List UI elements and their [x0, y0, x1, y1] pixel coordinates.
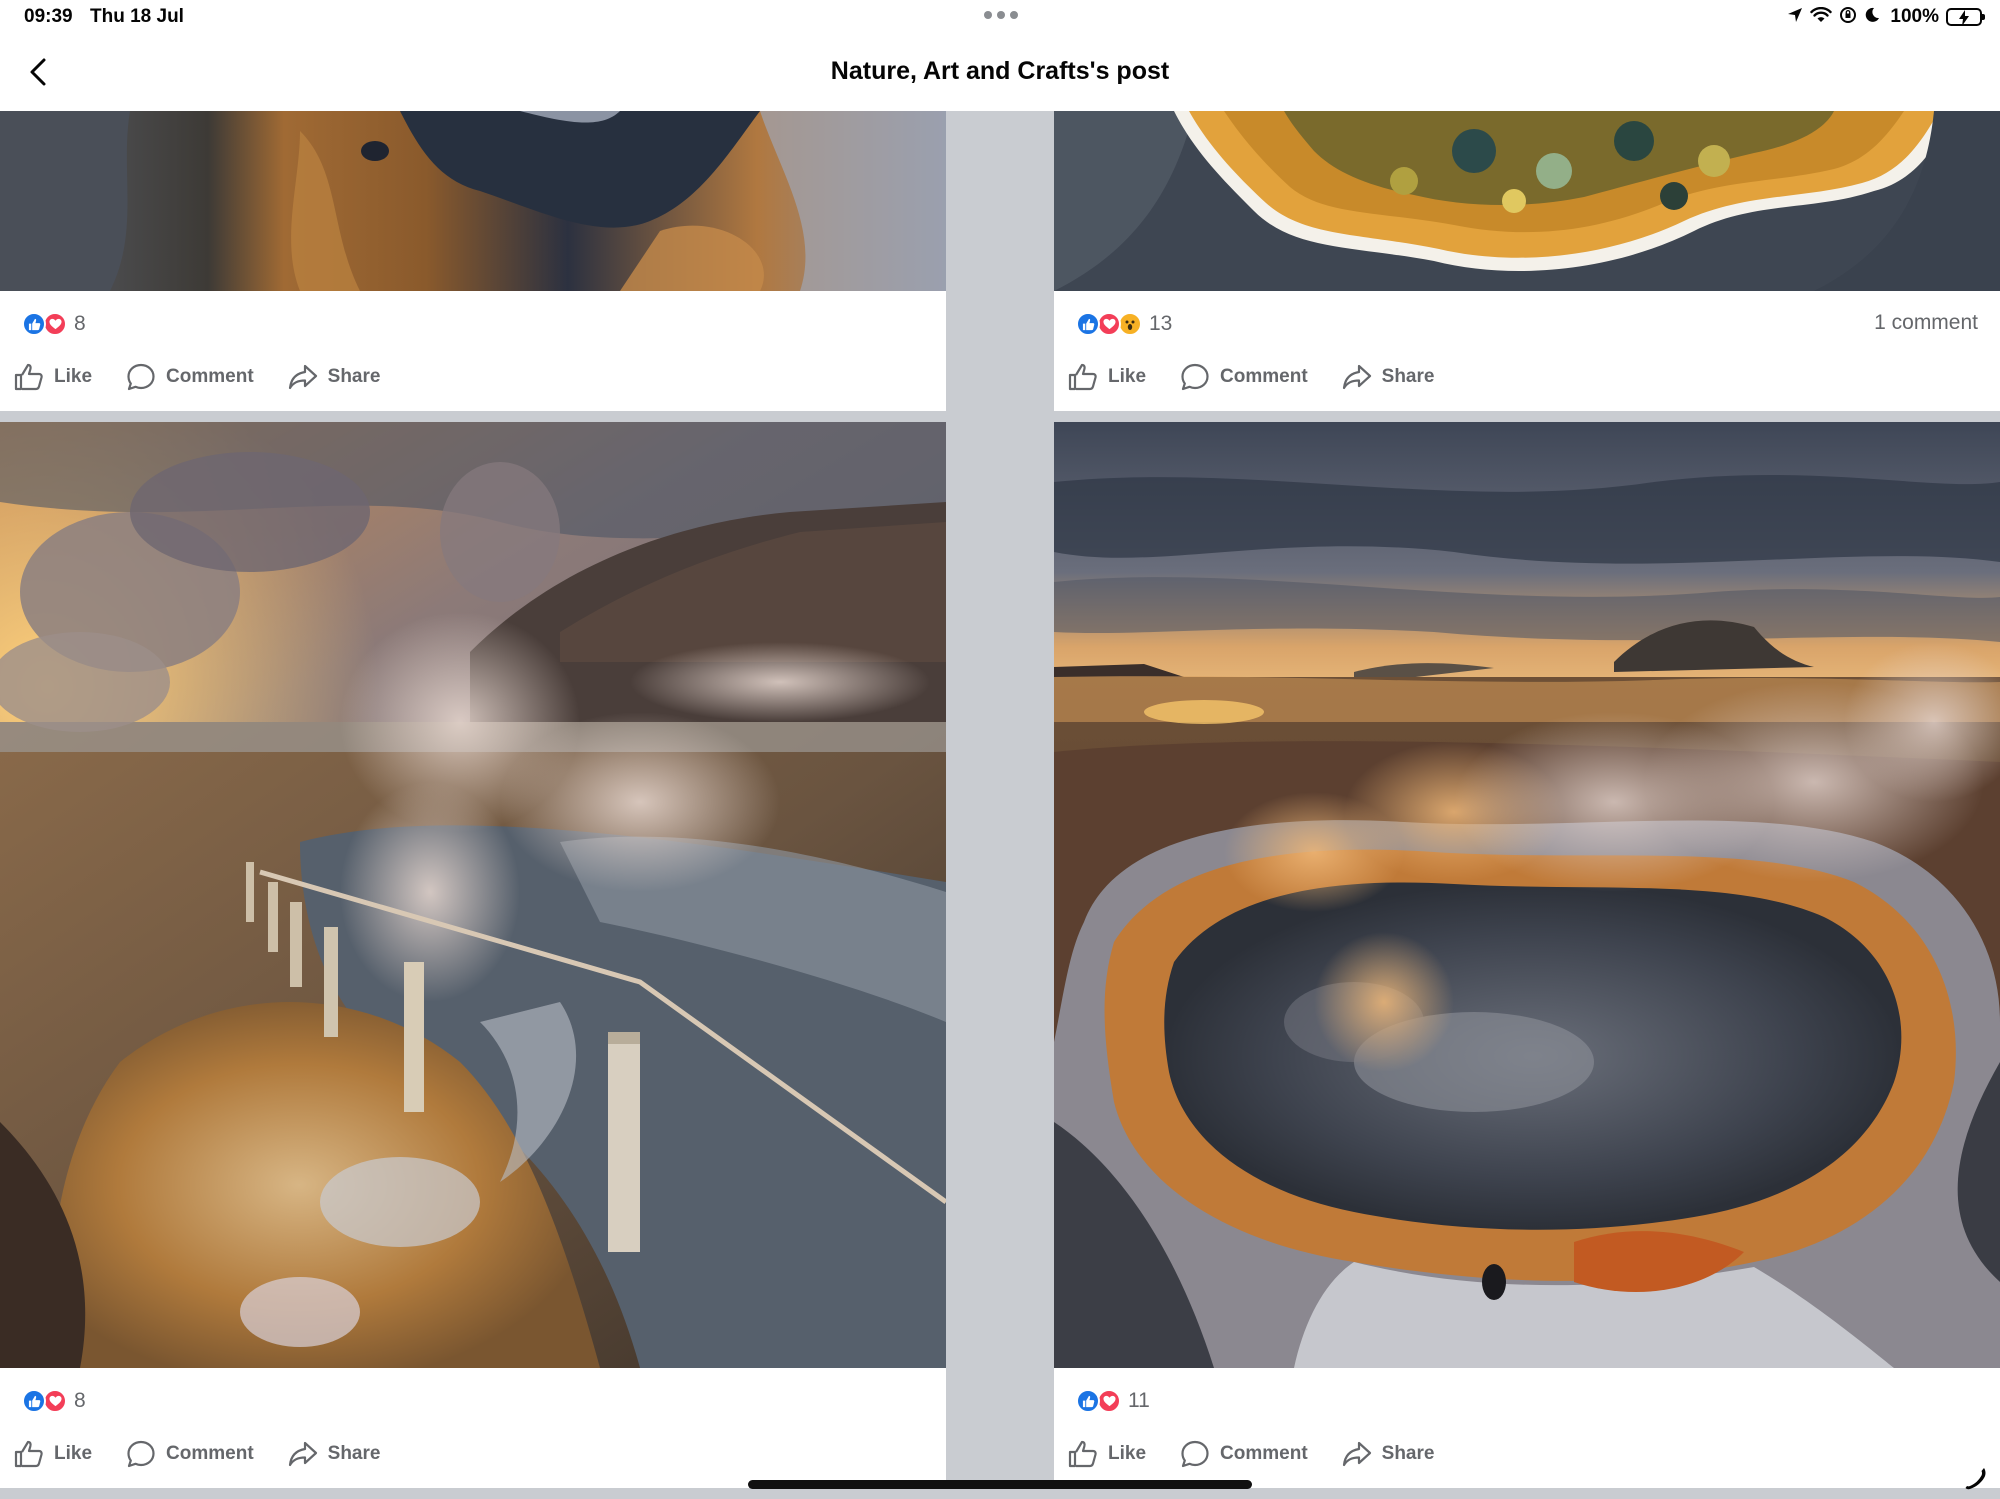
wifi-icon — [1810, 6, 1833, 28]
nav-header: Nature, Art and Crafts's post — [0, 36, 2000, 111]
like-reaction-icon — [1076, 1389, 1100, 1413]
comment-label: Comment — [166, 366, 254, 387]
status-indicators: 100% — [1787, 4, 1985, 30]
reactions-summary[interactable]: 11 — [1076, 1386, 1150, 1416]
home-indicator[interactable] — [748, 1480, 1252, 1489]
post-footer: 8 Like Comment Share — [0, 291, 946, 411]
do-not-disturb-moon-icon — [1864, 7, 1880, 28]
comment-count-link[interactable]: 1 comment — [1874, 311, 1978, 335]
like-label: Like — [1108, 366, 1147, 387]
love-reaction-icon — [43, 1389, 67, 1413]
post-actions: Like Comment Share — [1068, 1436, 1468, 1472]
share-label: Share — [327, 1443, 381, 1464]
status-bar: 09:39 Thu 18 Jul 100% — [0, 0, 2000, 36]
share-arrow-icon — [288, 364, 317, 390]
love-reaction-icon — [1097, 312, 1121, 336]
share-arrow-icon — [1342, 364, 1371, 390]
reactions-summary[interactable]: 8 — [22, 309, 86, 339]
post-actions: Like Comment Share — [14, 1436, 414, 1472]
multitasking-dots-icon[interactable] — [984, 11, 1018, 19]
feed-column-right: 13 1 comment Like Comment Share 11 Like … — [1054, 111, 2000, 1499]
reaction-count: 8 — [74, 312, 86, 335]
share-button[interactable]: Share — [288, 1436, 381, 1472]
comment-button[interactable]: Comment — [126, 359, 254, 395]
post-footer: 13 1 comment Like Comment Share — [1054, 291, 2000, 411]
reaction-count: 8 — [74, 1389, 86, 1412]
post-photo-hot-spring-rim[interactable] — [1054, 111, 2000, 291]
reaction-count: 11 — [1128, 1389, 1150, 1412]
status-time: 09:39 — [24, 6, 73, 27]
love-reaction-icon — [43, 312, 67, 336]
share-label: Share — [1381, 1443, 1435, 1464]
feed-column-left: 8 Like Comment Share 8 Like Comment Shar… — [0, 111, 946, 1499]
comment-bubble-icon — [1181, 1440, 1209, 1468]
comment-button[interactable]: Comment — [1180, 359, 1308, 395]
comment-label: Comment — [1220, 366, 1308, 387]
love-reaction-icon — [1097, 1389, 1121, 1413]
like-button[interactable]: Like — [1068, 359, 1146, 395]
like-button[interactable]: Like — [14, 359, 92, 395]
comment-bubble-icon — [127, 1440, 155, 1468]
thumbs-up-icon — [1068, 1440, 1097, 1468]
like-reaction-icon — [22, 312, 46, 336]
status-date: Thu 18 Jul — [90, 6, 184, 27]
comment-label: Comment — [1220, 1443, 1308, 1464]
thumbs-up-icon — [1068, 363, 1097, 391]
reactions-summary[interactable]: 8 — [22, 1386, 86, 1416]
like-button[interactable]: Like — [14, 1436, 92, 1472]
location-arrow-icon — [1787, 7, 1803, 28]
post-feed[interactable]: 8 Like Comment Share 8 Like Comment Shar… — [0, 111, 2000, 1499]
reactions-summary[interactable]: 13 — [1076, 309, 1172, 339]
share-button[interactable]: Share — [1342, 359, 1435, 395]
post-photo-geothermal-crust[interactable] — [0, 111, 946, 291]
share-label: Share — [1381, 366, 1435, 387]
wow-reaction-icon — [1118, 312, 1142, 336]
like-reaction-icon — [22, 1389, 46, 1413]
comment-bubble-icon — [127, 363, 155, 391]
phone-call-icon[interactable] — [1962, 1465, 1988, 1496]
share-button[interactable]: Share — [1342, 1436, 1435, 1472]
like-label: Like — [1108, 1443, 1147, 1464]
screen-lock-rotation-icon — [1839, 6, 1857, 29]
thumbs-up-icon — [14, 363, 43, 391]
battery-charging-icon — [1946, 8, 1985, 26]
comment-button[interactable]: Comment — [1180, 1436, 1308, 1472]
page-title: Nature, Art and Crafts's post — [830, 57, 1170, 85]
like-button[interactable]: Like — [1068, 1436, 1146, 1472]
comment-label: Comment — [166, 1443, 254, 1464]
post-actions: Like Comment Share — [14, 359, 414, 395]
like-label: Like — [54, 366, 93, 387]
share-arrow-icon — [1342, 1441, 1371, 1467]
comment-bubble-icon — [1181, 363, 1209, 391]
post-photo-geothermal-fence[interactable] — [0, 422, 946, 1368]
post-photo-steaming-crater[interactable] — [1054, 422, 2000, 1368]
share-arrow-icon — [288, 1441, 317, 1467]
like-label: Like — [54, 1443, 93, 1464]
thumbs-up-icon — [14, 1440, 43, 1468]
post-actions: Like Comment Share — [1068, 359, 1468, 395]
post-footer: 11 Like Comment Share — [1054, 1368, 2000, 1488]
share-button[interactable]: Share — [288, 359, 381, 395]
post-footer: 8 Like Comment Share — [0, 1368, 946, 1488]
reaction-count: 13 — [1149, 312, 1173, 335]
battery-percentage: 100% — [1890, 6, 1939, 27]
comment-button[interactable]: Comment — [126, 1436, 254, 1472]
like-reaction-icon — [1076, 312, 1100, 336]
share-label: Share — [327, 366, 381, 387]
